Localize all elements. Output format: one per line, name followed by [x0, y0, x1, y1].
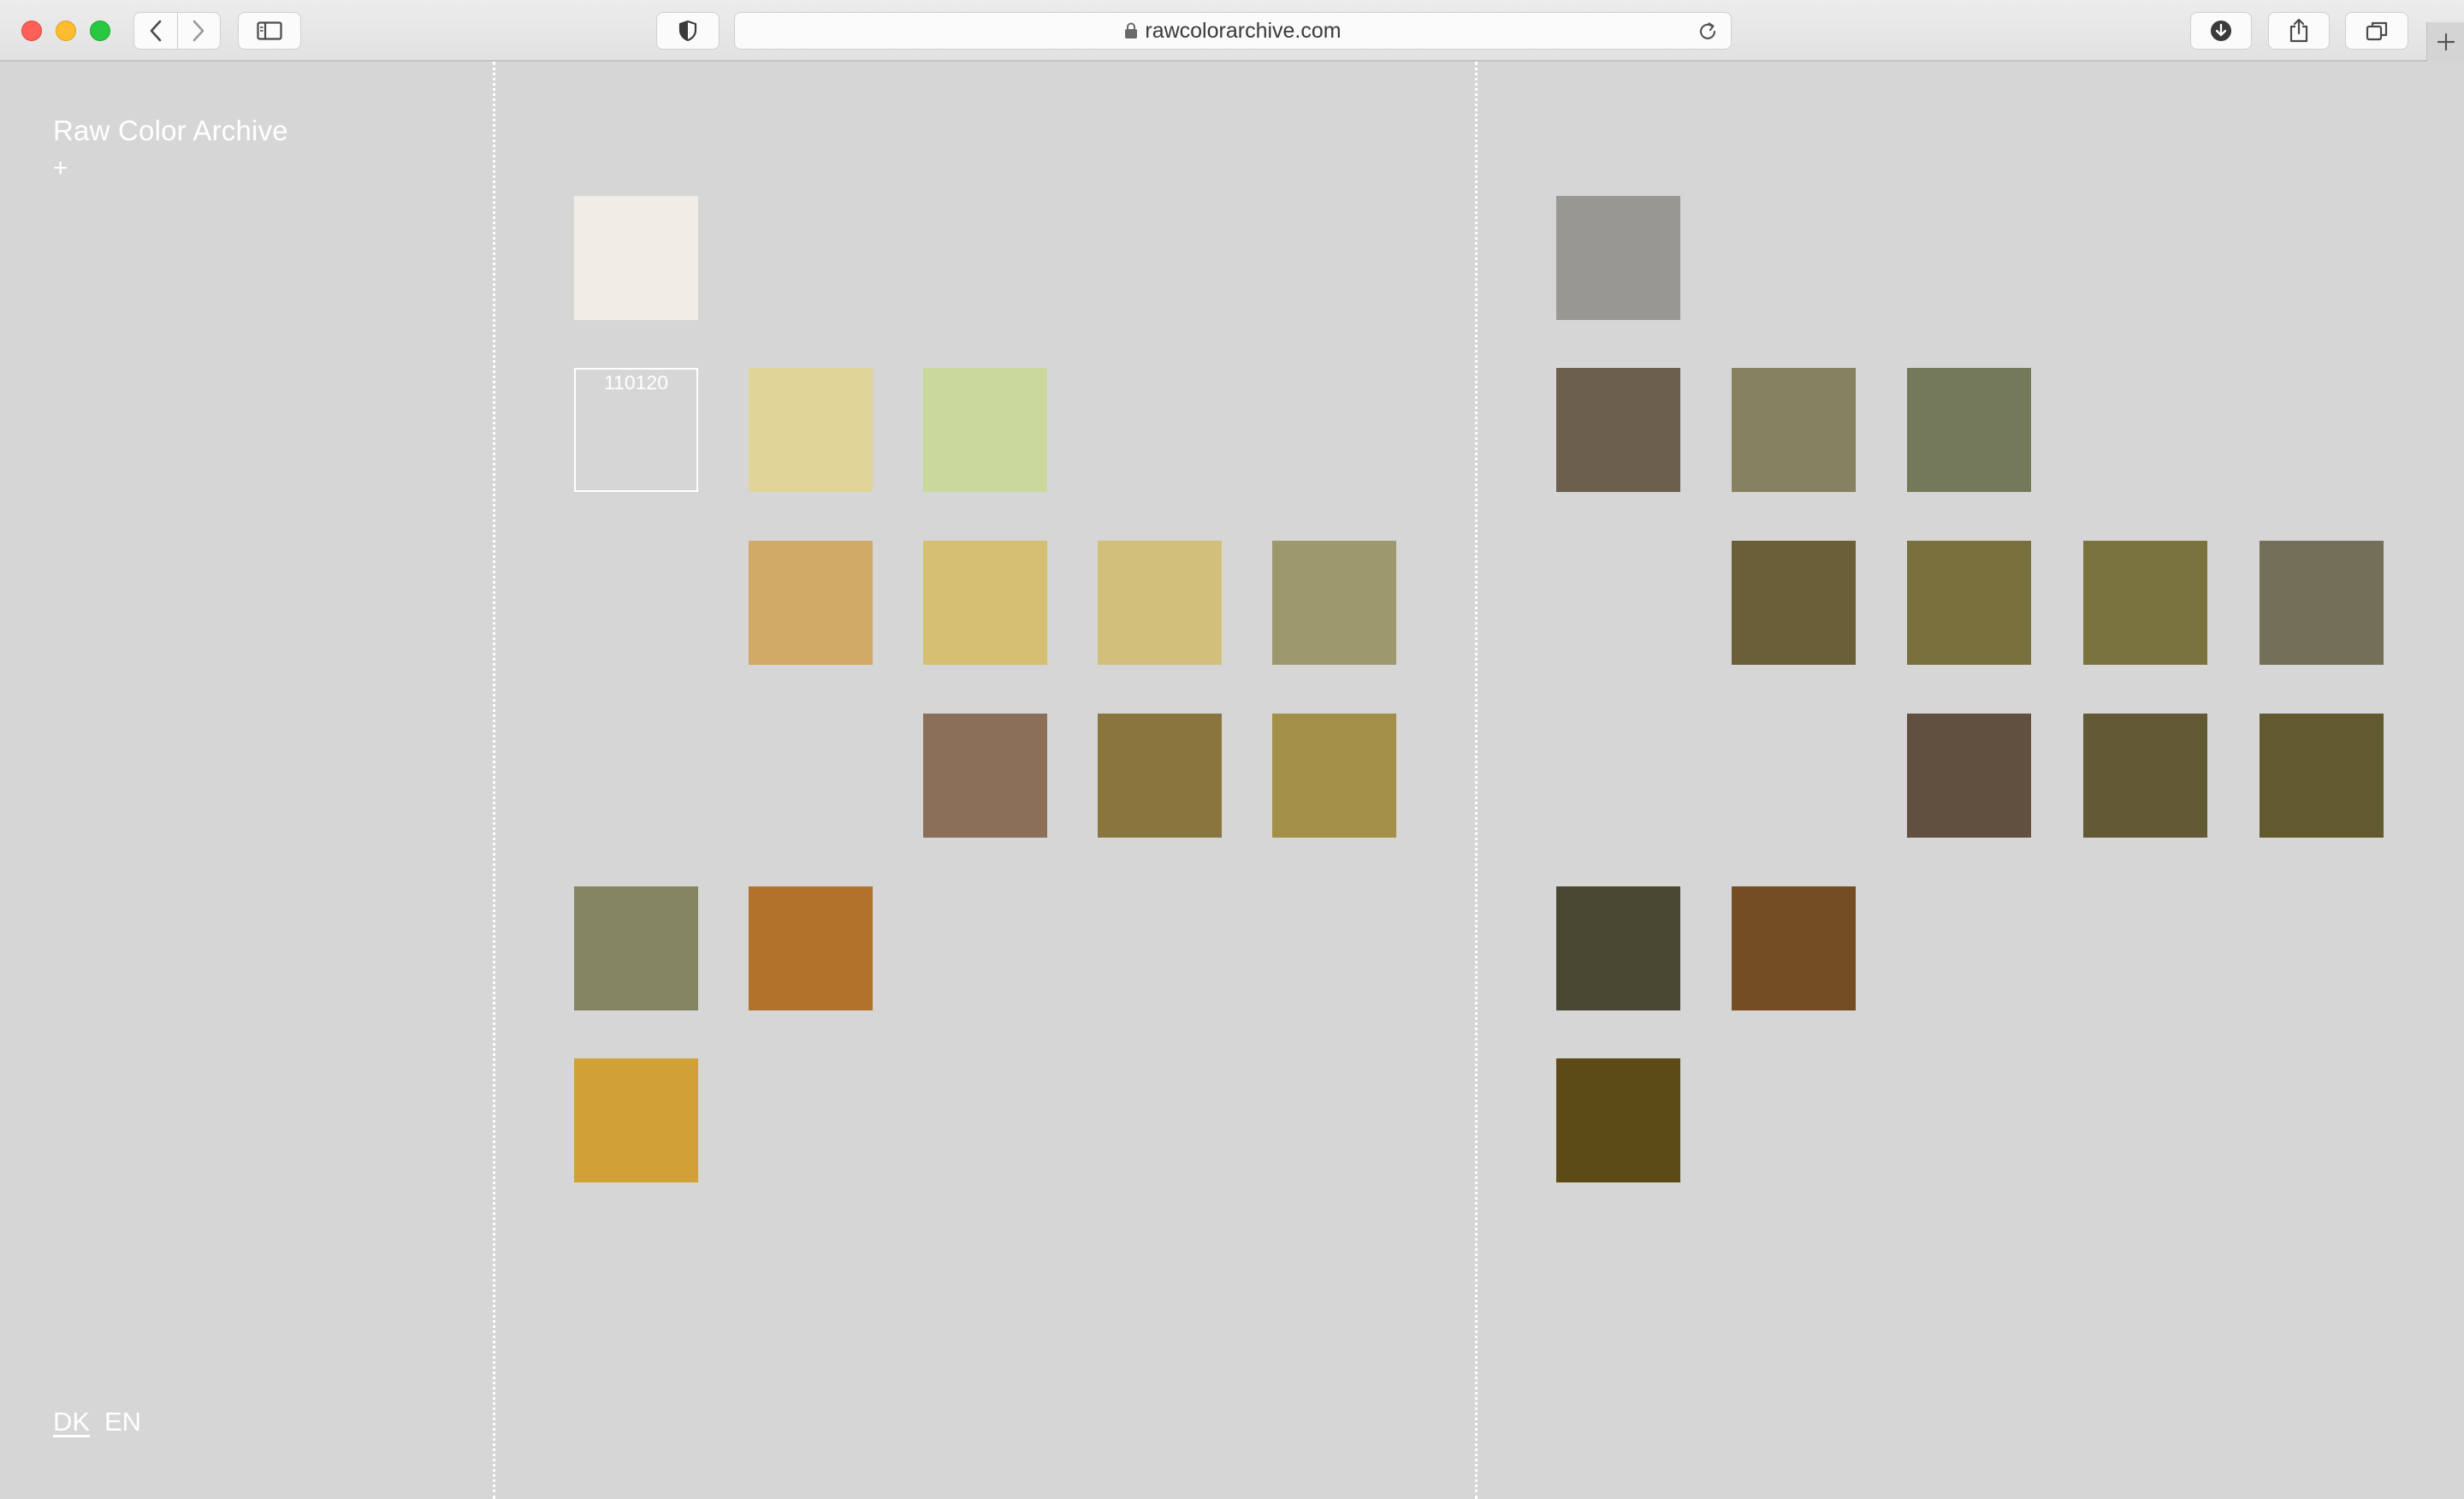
- privacy-report-button[interactable]: [656, 12, 720, 50]
- color-swatch[interactable]: [2083, 541, 2207, 665]
- sidebar-icon: [257, 21, 282, 40]
- url-text: rawcolorarchive.com: [1145, 18, 1342, 43]
- page-content: Raw Color Archive + 110120 DK EN: [0, 62, 2464, 1499]
- color-swatch[interactable]: [749, 541, 873, 665]
- tab-overview-button[interactable]: [2345, 12, 2408, 50]
- color-swatch[interactable]: [1907, 541, 2031, 665]
- new-tab-button[interactable]: [2426, 22, 2464, 62]
- chevron-right-icon: [192, 20, 204, 42]
- share-icon: [2289, 18, 2308, 43]
- site-title[interactable]: Raw Color Archive: [53, 115, 288, 147]
- language-dk-link[interactable]: DK: [53, 1407, 90, 1437]
- forward-button[interactable]: [178, 13, 221, 49]
- color-swatch[interactable]: 110120: [574, 368, 698, 492]
- color-swatch[interactable]: [1907, 714, 2031, 838]
- download-icon: [2211, 21, 2231, 41]
- expand-plus-button[interactable]: +: [53, 156, 68, 181]
- shield-icon: [678, 20, 697, 42]
- color-swatch[interactable]: [574, 886, 698, 1010]
- color-swatch[interactable]: [1556, 196, 1680, 320]
- color-swatch[interactable]: [1098, 541, 1222, 665]
- chevron-left-icon: [150, 20, 162, 42]
- color-swatch[interactable]: [749, 368, 873, 492]
- color-swatch[interactable]: [923, 714, 1047, 838]
- color-swatch[interactable]: [923, 541, 1047, 665]
- color-swatch[interactable]: [1732, 368, 1856, 492]
- navigation-buttons: [133, 12, 221, 50]
- tabs-icon: [2366, 21, 2388, 41]
- swatch-code-label: 110120: [603, 371, 669, 394]
- color-swatch[interactable]: [1556, 368, 1680, 492]
- color-swatch[interactable]: [2260, 714, 2384, 838]
- share-button[interactable]: [2268, 12, 2330, 50]
- color-swatch[interactable]: [1732, 886, 1856, 1010]
- color-swatch[interactable]: [1272, 541, 1396, 665]
- plus-icon: [2437, 33, 2455, 51]
- color-swatch[interactable]: [574, 196, 698, 320]
- color-swatch[interactable]: [1732, 541, 1856, 665]
- color-swatch[interactable]: [1098, 714, 1222, 838]
- color-swatch[interactable]: [1907, 368, 2031, 492]
- color-swatch[interactable]: [2083, 714, 2207, 838]
- downloads-button[interactable]: [2190, 12, 2252, 50]
- browser-toolbar: rawcolorarchive.com: [0, 0, 2464, 62]
- color-swatch[interactable]: [923, 368, 1047, 492]
- back-button[interactable]: [134, 13, 177, 49]
- color-swatch[interactable]: [1556, 1058, 1680, 1182]
- language-en-link[interactable]: EN: [104, 1407, 141, 1437]
- column-divider: [493, 62, 495, 1499]
- color-swatch[interactable]: [574, 1058, 698, 1182]
- sidebar-toggle-button[interactable]: [238, 12, 301, 50]
- color-swatch[interactable]: [2260, 541, 2384, 665]
- window-zoom-button[interactable]: [90, 21, 110, 41]
- color-swatch[interactable]: [1272, 714, 1396, 838]
- reload-icon[interactable]: [1697, 21, 1719, 43]
- window-close-button[interactable]: [21, 21, 42, 41]
- address-bar[interactable]: rawcolorarchive.com: [734, 12, 1732, 50]
- color-swatch[interactable]: [749, 886, 873, 1010]
- window-minimize-button[interactable]: [56, 21, 76, 41]
- column-divider: [1475, 62, 1478, 1499]
- lock-icon: [1125, 22, 1138, 39]
- color-swatch[interactable]: [1556, 886, 1680, 1010]
